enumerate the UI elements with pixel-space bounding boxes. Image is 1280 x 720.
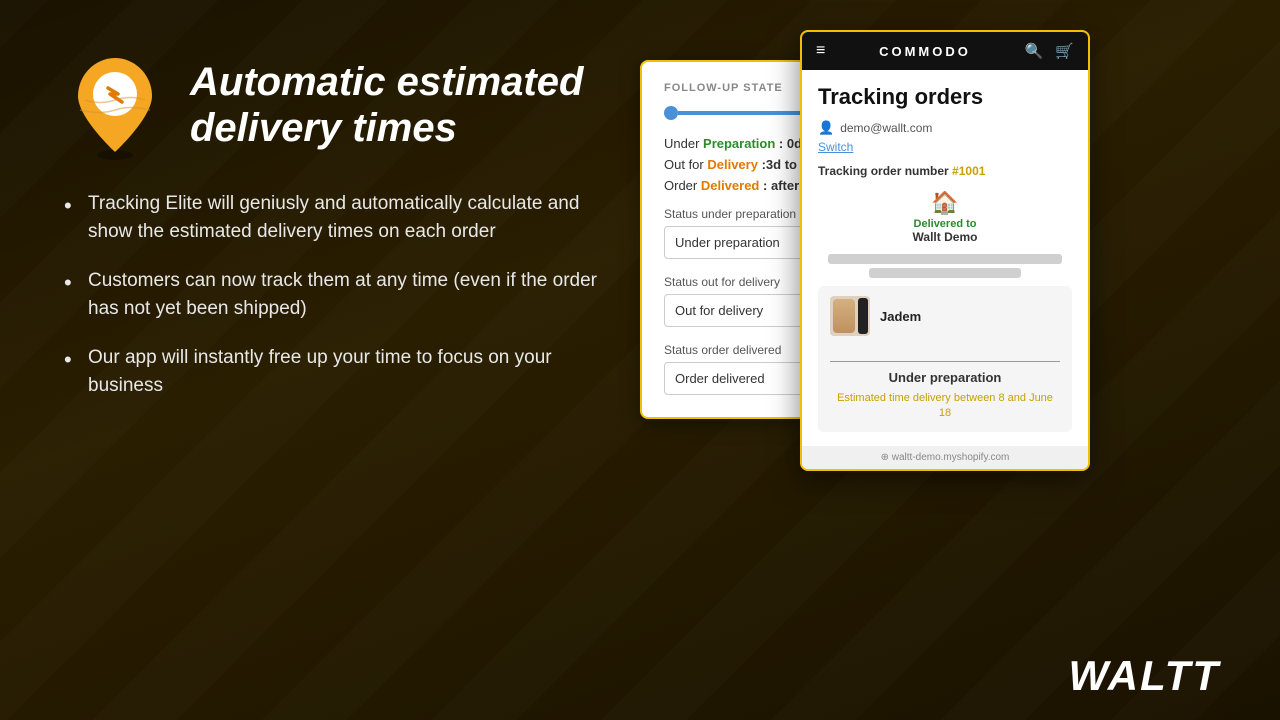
front-nav: ≡ COMMODO 🔍 🛒 bbox=[802, 32, 1088, 70]
address-line-2-blurred bbox=[869, 268, 1021, 278]
delivered-name: Wallt Demo bbox=[818, 230, 1072, 244]
tracking-title: Tracking orders bbox=[818, 84, 1072, 110]
product-card: Jadem Under preparation Estimated time d… bbox=[818, 286, 1072, 432]
bullet-item-1: Tracking Elite will geniusly and automat… bbox=[60, 190, 620, 245]
timing-highlight-delivery: Delivery bbox=[707, 157, 758, 172]
user-icon: 👤 bbox=[818, 120, 834, 136]
nav-icons: 🔍 🛒 bbox=[1025, 42, 1074, 60]
tracking-card-body: Tracking orders 👤 demo@wallt.com Switch … bbox=[802, 70, 1088, 446]
estimated-time-label: Estimated time delivery between 8 and Ju… bbox=[830, 391, 1060, 422]
search-icon[interactable]: 🔍 bbox=[1025, 42, 1044, 60]
app-logo-icon bbox=[60, 50, 170, 160]
tracking-order-card: ≡ COMMODO 🔍 🛒 Tracking orders 👤 demo@wal… bbox=[800, 30, 1090, 471]
product-input-line bbox=[830, 344, 1060, 362]
address-line-1-blurred bbox=[828, 254, 1062, 264]
nav-logo: COMMODO bbox=[879, 44, 971, 59]
home-icon: 🏠 bbox=[818, 190, 1072, 216]
product-thumbnail bbox=[830, 296, 870, 336]
under-preparation-status: Under preparation bbox=[830, 370, 1060, 385]
hamburger-icon[interactable]: ≡ bbox=[816, 42, 825, 60]
product-row: Jadem bbox=[830, 296, 1060, 336]
headline-text: Automatic estimated delivery times bbox=[190, 59, 583, 151]
delivered-to-section: 🏠 Delivered to Wallt Demo bbox=[818, 190, 1072, 244]
bullet-item-2: Customers can now track them at any time… bbox=[60, 267, 620, 322]
page-container: Automatic estimated delivery times Track… bbox=[0, 0, 1280, 720]
timing-highlight-delivered: Delivered bbox=[701, 178, 760, 193]
order-number: #1001 bbox=[952, 164, 985, 178]
timing-highlight-preparation: Preparation bbox=[703, 136, 775, 151]
header-row: Automatic estimated delivery times bbox=[60, 50, 620, 160]
front-card-footer: ⊕ waltt-demo.myshopify.com bbox=[802, 446, 1088, 469]
delivered-to-label: Delivered to bbox=[818, 218, 1072, 230]
right-section: FOLLOW-UP STATE Under Preparation : 0d t… bbox=[640, 30, 1220, 670]
product-name: Jadem bbox=[880, 309, 921, 324]
bullet-item-3: Our app will instantly free up your time… bbox=[60, 344, 620, 399]
left-section: Automatic estimated delivery times Track… bbox=[60, 40, 620, 421]
order-number-row: Tracking order number #1001 bbox=[818, 164, 1072, 178]
headline: Automatic estimated delivery times bbox=[190, 59, 583, 151]
progress-line-blue bbox=[678, 111, 813, 115]
progress-dot-start bbox=[664, 106, 678, 120]
bottle-icon bbox=[858, 298, 868, 334]
user-email: demo@wallt.com bbox=[840, 121, 932, 135]
switch-link[interactable]: Switch bbox=[818, 140, 1072, 154]
user-row: 👤 demo@wallt.com bbox=[818, 120, 1072, 136]
bullet-list: Tracking Elite will geniusly and automat… bbox=[60, 190, 620, 399]
cart-icon[interactable]: 🛒 bbox=[1055, 42, 1074, 60]
